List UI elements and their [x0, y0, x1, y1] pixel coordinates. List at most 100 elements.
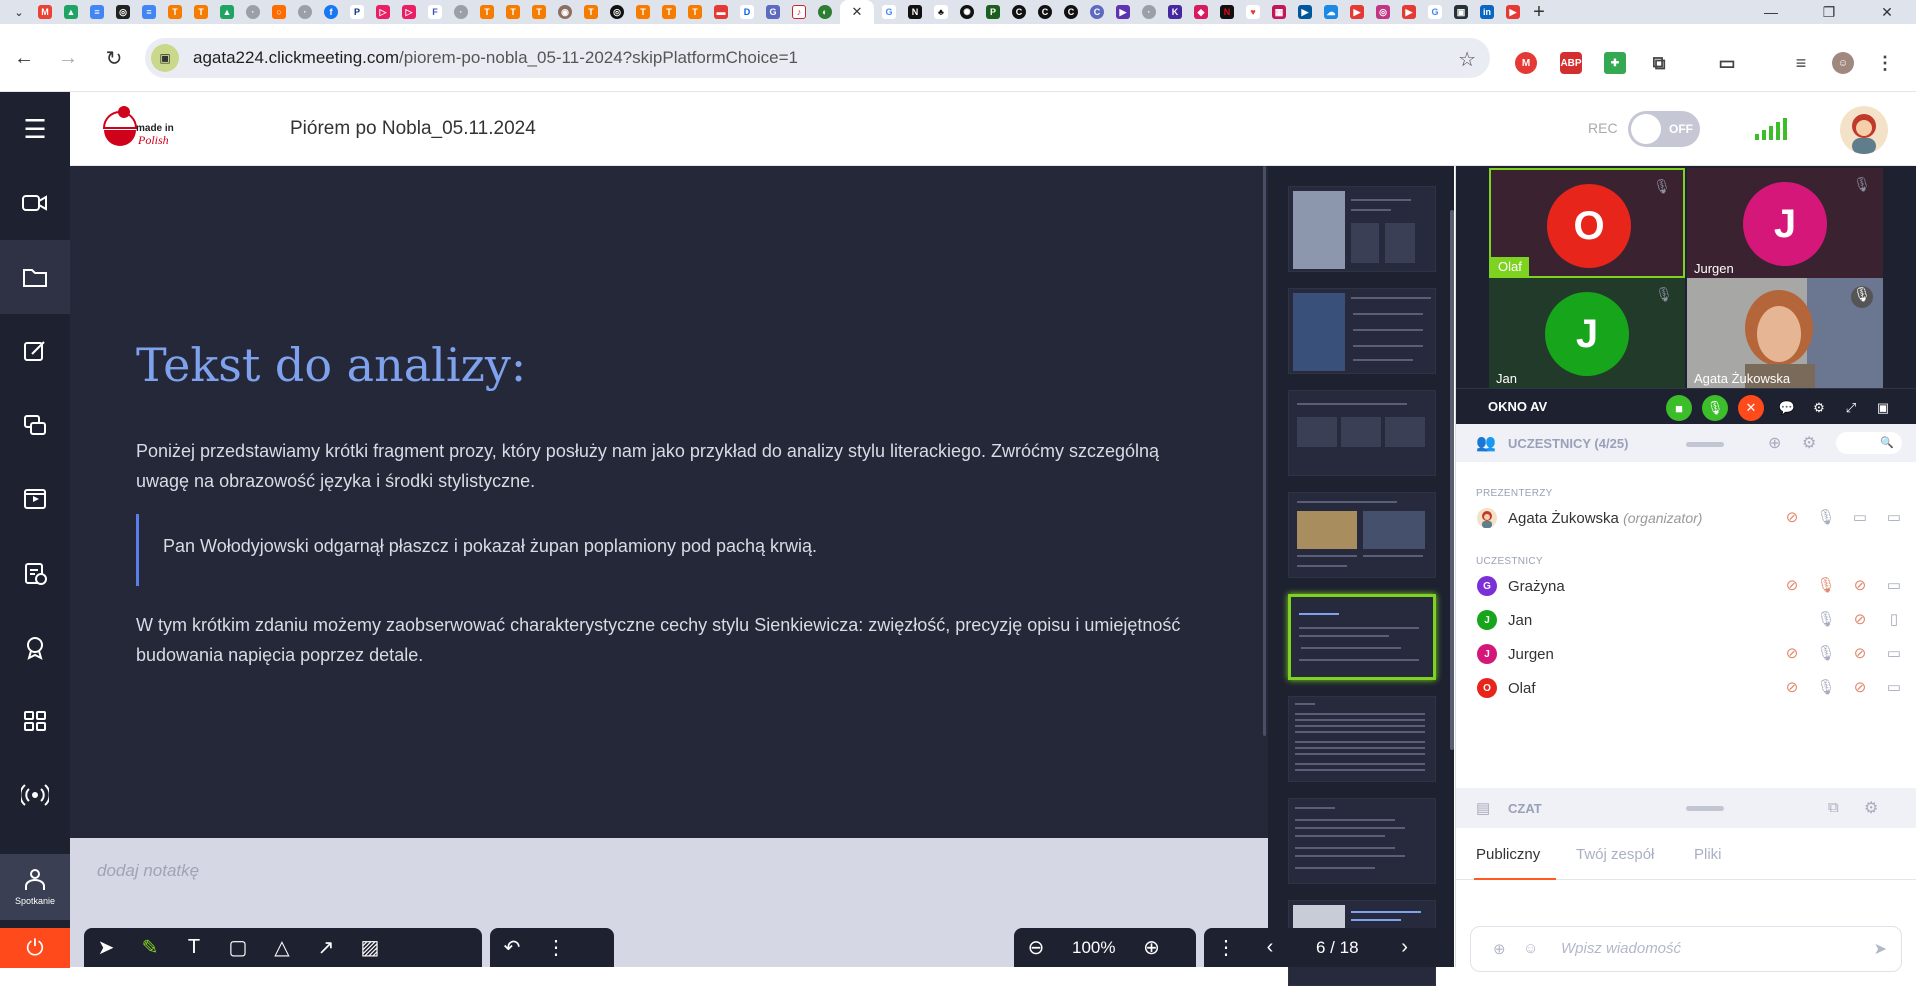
participant-row[interactable]: O Olaf ⊘ 🎙 ⊘ ▭: [1456, 674, 1916, 702]
gear-icon[interactable]: ⚙: [1802, 433, 1816, 453]
slide-thumbnail[interactable]: [1288, 288, 1436, 374]
tab-temu-7[interactable]: T: [632, 3, 654, 21]
sidebar-item-meeting[interactable]: Spotkanie: [0, 854, 70, 920]
pop-out-icon[interactable]: ⧉: [1828, 799, 1839, 816]
site-info-icon[interactable]: ▣: [151, 44, 179, 72]
tab-pink-3[interactable]: ◆: [1190, 3, 1212, 21]
browser-menu-icon[interactable]: ⋮: [1874, 52, 1896, 74]
tab-c1[interactable]: C: [1008, 3, 1030, 21]
tab-gmail[interactable]: M: [34, 3, 56, 21]
tab-google[interactable]: G: [878, 3, 900, 21]
media-control-icon[interactable]: ≡: [1790, 52, 1812, 74]
note-tool-button[interactable]: ▢: [216, 928, 260, 967]
tab-google-2[interactable]: G: [1424, 3, 1446, 21]
tab-drive[interactable]: ▲: [60, 3, 82, 21]
tab-team[interactable]: Twój zespół: [1576, 846, 1654, 863]
tab-photo[interactable]: ▣: [1450, 3, 1472, 21]
camera-icon[interactable]: ▭: [1849, 508, 1871, 528]
tab-chat[interactable]: ▬: [710, 3, 732, 21]
tab-translate[interactable]: G: [762, 3, 784, 21]
new-tab-button[interactable]: +: [1528, 1, 1550, 23]
speaker-off-icon[interactable]: ⊘: [1781, 678, 1803, 698]
forward-button[interactable]: →: [56, 46, 80, 70]
tab-temu-5[interactable]: T: [528, 3, 550, 21]
chat-message-input[interactable]: ⊕ ☺ Wpisz wiadomość ➤: [1470, 926, 1902, 972]
panel-resize-handle[interactable]: [1686, 806, 1724, 811]
send-icon[interactable]: ➤: [1874, 939, 1887, 959]
tab-chatgpt[interactable]: ✺: [956, 3, 978, 21]
sidebar-item-survey[interactable]: [0, 536, 70, 610]
tab-c2[interactable]: C: [1034, 3, 1056, 21]
url-text[interactable]: agata224.clickmeeting.com/piorem-po-nobl…: [193, 48, 798, 68]
pen-tool-button[interactable]: ✎: [128, 928, 172, 967]
previous-slide-button[interactable]: ‹: [1248, 928, 1292, 967]
tab-p[interactable]: P: [982, 3, 1004, 21]
tab-menu[interactable]: ⌄: [8, 3, 30, 21]
recording-toggle[interactable]: OFF: [1628, 111, 1700, 147]
tab-paypal[interactable]: P: [346, 3, 368, 21]
close-icon[interactable]: ✕: [852, 4, 863, 20]
add-participant-icon[interactable]: ⊕: [1768, 433, 1781, 453]
camera-off-icon[interactable]: ⊘: [1849, 678, 1871, 698]
tab-netflix[interactable]: N: [1216, 3, 1238, 21]
tab-pink-2[interactable]: ▷: [398, 3, 420, 21]
reload-button[interactable]: ↻: [102, 46, 126, 70]
camera-off-icon[interactable]: ⊘: [1849, 576, 1871, 596]
participant-row[interactable]: J Jan 🎙 ⊘ ▯: [1456, 606, 1916, 634]
sidebar-item-apps[interactable]: [0, 684, 70, 758]
screen-icon[interactable]: ▭: [1883, 644, 1905, 664]
camera-off-icon[interactable]: ⊘: [1849, 610, 1871, 630]
extensions-puzzle-icon[interactable]: ⧉: [1648, 52, 1670, 74]
tab-temu-9[interactable]: T: [684, 3, 706, 21]
chat-toggle-button[interactable]: 💬: [1774, 395, 1800, 421]
undo-button[interactable]: ↶: [490, 928, 534, 967]
tab-youtube[interactable]: ▶: [1346, 3, 1368, 21]
tab-temu-4[interactable]: T: [502, 3, 524, 21]
microphone-off-icon[interactable]: 🎙: [1815, 576, 1837, 596]
participant-row[interactable]: Agata Żukowska (organizator) ⊘ 🎙 ▭ ▭: [1456, 504, 1916, 532]
sidebar-item-files[interactable]: [0, 240, 70, 314]
tab-temu-2[interactable]: T: [190, 3, 212, 21]
adblock-icon[interactable]: ABP: [1560, 52, 1582, 74]
speaker-toggle-button[interactable]: ✕: [1738, 395, 1764, 421]
tab-c4[interactable]: C: [1086, 3, 1108, 21]
slide-thumbnail[interactable]: [1288, 390, 1436, 476]
tab-f[interactable]: F: [424, 3, 446, 21]
microphone-icon[interactable]: 🎙: [1815, 508, 1837, 528]
slide-thumbnail[interactable]: [1288, 186, 1436, 272]
tab-heart[interactable]: ♥: [1242, 3, 1264, 21]
microphone-icon[interactable]: 🎙: [1815, 678, 1837, 698]
tab-video[interactable]: ▶: [1112, 3, 1134, 21]
tab-docs[interactable]: ≡: [86, 3, 108, 21]
tab-temu-8[interactable]: T: [658, 3, 680, 21]
shape-tool-button[interactable]: △: [260, 928, 304, 967]
tab-k[interactable]: K: [1164, 3, 1186, 21]
speaker-off-icon[interactable]: ⊘: [1781, 508, 1803, 528]
slide-thumbnail[interactable]: [1288, 492, 1436, 578]
tab-public[interactable]: Publiczny: [1476, 846, 1540, 863]
microphone-toggle-button[interactable]: 🎙: [1702, 395, 1728, 421]
tab-grey[interactable]: ·: [242, 3, 264, 21]
video-tile-jurgen[interactable]: J Jurgen 🎙: [1687, 168, 1883, 278]
zoom-out-button[interactable]: ⊖: [1014, 928, 1058, 967]
slide-scrollbar[interactable]: [1261, 166, 1268, 738]
layout-button[interactable]: ▣: [1870, 395, 1896, 421]
tab-facebook[interactable]: f: [320, 3, 342, 21]
extension-multicolor-icon[interactable]: ✚: [1604, 52, 1626, 74]
sidebar-item-whiteboard[interactable]: [0, 314, 70, 388]
microphone-icon[interactable]: 🎙: [1815, 610, 1837, 630]
bookmark-star-icon[interactable]: ☆: [1458, 47, 1476, 72]
video-tile-agata[interactable]: Agata Żukowska 🎙: [1687, 278, 1883, 388]
emoji-icon[interactable]: ☺: [1523, 940, 1538, 957]
tab-grid[interactable]: ▦: [1268, 3, 1290, 21]
participants-search-input[interactable]: 🔍: [1836, 432, 1902, 454]
image-tool-button[interactable]: ▨: [348, 928, 392, 967]
camera-toggle-button[interactable]: ■: [1666, 395, 1692, 421]
video-tile-jan[interactable]: J Jan 🎙: [1489, 278, 1685, 388]
tab-bird[interactable]: ♣: [930, 3, 952, 21]
leave-meeting-button[interactable]: ⏻: [0, 928, 70, 968]
sidebar-item-screenshare[interactable]: [0, 388, 70, 462]
tab-youtube-3[interactable]: ▶: [1502, 3, 1524, 21]
tab-linkedin[interactable]: in: [1476, 3, 1498, 21]
tab-disney[interactable]: D: [736, 3, 758, 21]
